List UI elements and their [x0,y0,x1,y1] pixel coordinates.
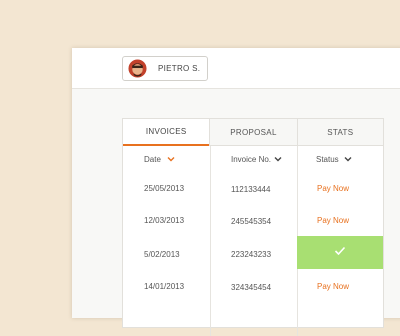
column-header-invoice[interactable]: Invoice No. [231,155,271,164]
pay-now-link[interactable]: Pay Now [317,216,349,225]
cell-date: 5/02/2013 [144,250,180,259]
top-bar: PIETRO S. [72,48,400,89]
column-header-status[interactable]: Status [316,155,339,164]
chevron-down-icon[interactable] [274,156,282,162]
cell-invoice-number: 112133444 [231,185,271,194]
chevron-down-icon[interactable] [167,156,175,162]
column-divider [210,146,211,336]
cell-invoice-number: 324345454 [231,283,272,292]
pay-now-link[interactable]: Pay Now [317,282,349,291]
cell-date: 14/01/2013 [144,282,185,291]
tab-invoices[interactable]: INVOICES [123,119,210,146]
cell-date: 12/03/2013 [144,216,185,225]
pay-now-link[interactable]: Pay Now [317,184,349,193]
chevron-down-icon[interactable] [344,156,352,162]
invoices-panel: INVOICES PROPOSAL STATS Date Invoice No.… [122,118,384,336]
user-name: PIETRO S. [158,64,201,73]
column-header-date[interactable]: Date [144,155,161,164]
cell-invoice-number: 223243233 [231,250,272,259]
cell-invoice-number: 245545354 [231,217,272,226]
paid-status-cell [297,236,383,269]
tab-bar: INVOICES PROPOSAL STATS [123,119,383,146]
user-menu-button[interactable]: PIETRO S. [122,56,208,81]
app-window: PIETRO S. INVOICES PROPOSAL STATS Date I… [72,48,400,336]
cell-date: 25/05/2013 [144,184,185,193]
tab-proposal[interactable]: PROPOSAL [209,119,297,146]
checkmark-icon [334,246,346,256]
avatar [128,59,147,78]
tab-stats[interactable]: STATS [296,119,383,146]
